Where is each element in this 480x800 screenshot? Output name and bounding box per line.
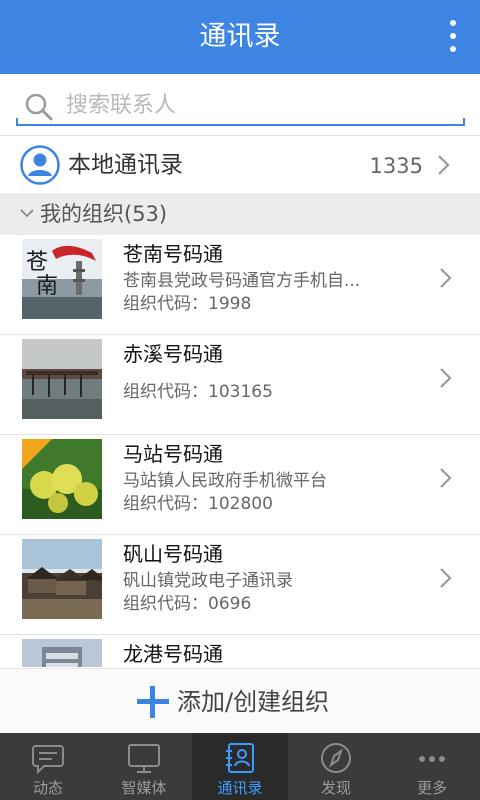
list-item[interactable]: 矾山号码通 矾山镇党政电子通讯录 组织代码：0696 bbox=[0, 535, 480, 635]
tab-label: 发现 bbox=[320, 779, 351, 797]
monitor-icon bbox=[128, 744, 160, 773]
chevron-right-icon bbox=[438, 155, 450, 175]
org-description: 苍南县党政号码通官方手机自... bbox=[123, 271, 361, 291]
org-code: 组织代码：103165 bbox=[123, 382, 273, 402]
list-item[interactable]: 苍 南 苍南号码通 苍南县党政号码通官方手机自... 组织代码：1998 bbox=[0, 235, 480, 335]
chevron-down-icon bbox=[20, 209, 34, 218]
add-organization-button[interactable]: 添加/创建组织 bbox=[0, 668, 480, 733]
tab-label: 智媒体 bbox=[121, 779, 167, 797]
add-organization-label: 添加/创建组织 bbox=[177, 688, 330, 716]
org-code: 组织代码：102800 bbox=[123, 494, 273, 514]
tab-contacts[interactable]: 通讯录 bbox=[192, 733, 288, 800]
app-header: 通讯录 bbox=[0, 0, 480, 74]
overflow-menu-icon[interactable] bbox=[446, 20, 460, 54]
chevron-right-icon bbox=[440, 568, 452, 588]
search-bar: 搜索联系人 bbox=[0, 74, 480, 136]
tab-more[interactable]: 更多 bbox=[384, 733, 480, 800]
group-label: 我的组织(53) bbox=[40, 202, 168, 226]
fanshan-town-image bbox=[22, 539, 102, 619]
tab-smart-media[interactable]: 智媒体 bbox=[96, 733, 192, 800]
org-description: 马站镇人民政府手机微平台 bbox=[123, 471, 327, 491]
org-name: 马站号码通 bbox=[123, 442, 223, 466]
cangnan-landscape-image: 苍 南 bbox=[22, 239, 102, 319]
org-name: 赤溪号码通 bbox=[123, 342, 223, 366]
org-code: 组织代码：1998 bbox=[123, 294, 252, 314]
more-dots-icon bbox=[419, 756, 445, 762]
search-placeholder: 搜索联系人 bbox=[66, 93, 177, 118]
svg-text:南: 南 bbox=[36, 274, 58, 299]
search-input[interactable]: 搜索联系人 bbox=[16, 86, 465, 126]
chevron-right-icon bbox=[440, 468, 452, 488]
local-contacts-row[interactable]: 本地通讯录 1335 bbox=[0, 137, 480, 193]
compass-icon bbox=[321, 743, 351, 773]
list-item[interactable]: 马站号码通 马站镇人民政府手机微平台 组织代码：102800 bbox=[0, 435, 480, 535]
org-code: 组织代码：0696 bbox=[123, 594, 252, 614]
tab-label: 动态 bbox=[32, 779, 63, 797]
plus-icon bbox=[137, 686, 169, 718]
org-description: 矾山镇党政电子通讯录 bbox=[123, 571, 293, 591]
tab-label: 通讯录 bbox=[217, 779, 263, 797]
organization-list: 苍 南 苍南号码通 苍南县党政号码通官方手机自... 组织代码：1998 赤溪号… bbox=[0, 235, 480, 667]
tab-dynamic[interactable]: 动态 bbox=[0, 733, 96, 800]
mazhan-pomelo-image bbox=[22, 439, 102, 519]
page-title: 通讯录 bbox=[199, 21, 281, 52]
tab-discover[interactable]: 发现 bbox=[288, 733, 384, 800]
svg-text:苍: 苍 bbox=[26, 250, 48, 275]
local-contacts-count: 1335 bbox=[369, 154, 423, 178]
longgang-building-image bbox=[22, 639, 102, 667]
local-contacts-label: 本地通讯录 bbox=[68, 152, 183, 178]
chevron-right-icon bbox=[440, 268, 452, 288]
bottom-tab-bar: 动态 智媒体 通讯录 发现 更多 bbox=[0, 733, 480, 800]
list-item[interactable]: 龙港号码通 bbox=[0, 635, 480, 667]
org-name: 苍南号码通 bbox=[123, 242, 223, 266]
org-name: 矾山号码通 bbox=[123, 542, 223, 566]
chat-bubble-icon bbox=[32, 745, 64, 775]
contacts-book-icon bbox=[226, 743, 254, 773]
chevron-right-icon bbox=[440, 368, 452, 388]
search-icon bbox=[25, 93, 53, 121]
list-item[interactable]: 赤溪号码通 组织代码：103165 bbox=[0, 335, 480, 435]
group-header[interactable]: 我的组织(53) bbox=[0, 193, 480, 235]
org-name: 龙港号码通 bbox=[123, 642, 223, 666]
person-avatar-icon bbox=[20, 145, 60, 185]
chixi-harbor-image bbox=[22, 339, 102, 419]
tab-label: 更多 bbox=[416, 779, 447, 797]
